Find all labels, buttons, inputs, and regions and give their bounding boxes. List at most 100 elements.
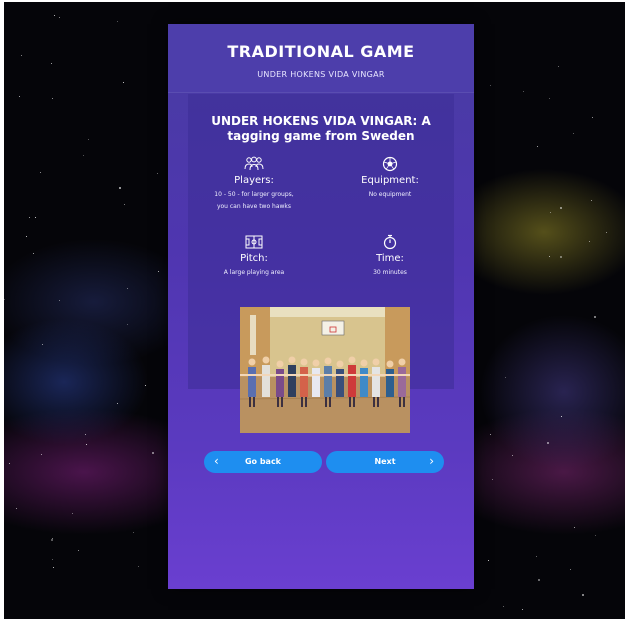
star: [550, 212, 552, 214]
star: [87, 138, 89, 140]
star: [548, 255, 550, 257]
star: [559, 256, 562, 259]
star: [574, 526, 575, 528]
players-value: 10 - 50 - for larger groups, you can hav…: [184, 189, 324, 213]
star: [489, 433, 491, 435]
next-button[interactable]: Next ›: [326, 451, 444, 473]
page-title: TRADITIONAL GAME: [227, 42, 415, 61]
star: [52, 559, 54, 561]
star: [51, 97, 53, 99]
pitch-info: Pitch: A large playing area: [184, 234, 324, 279]
star: [51, 62, 53, 64]
star: [117, 403, 119, 405]
star: [86, 443, 88, 445]
star: [123, 203, 125, 205]
star: [521, 608, 523, 610]
star: [548, 98, 550, 100]
star: [504, 376, 506, 378]
star: [157, 271, 159, 273]
game-title: UNDER HOKENS VIDA VINGAR: A tagging game…: [168, 114, 474, 144]
star: [118, 187, 121, 190]
star: [488, 560, 490, 561]
star: [39, 172, 41, 174]
star: [132, 532, 134, 534]
star: [52, 567, 54, 568]
players-label: Players:: [234, 175, 274, 186]
go-back-button[interactable]: ‹ Go back: [204, 451, 322, 473]
star: [606, 232, 608, 234]
star: [559, 206, 562, 209]
star: [59, 16, 61, 18]
star: [19, 96, 20, 98]
players-value-line2: you can have two hawks: [216, 203, 292, 210]
chevron-left-icon: ‹: [214, 454, 219, 468]
star: [546, 442, 549, 445]
star: [594, 315, 597, 318]
star: [490, 85, 492, 87]
star: [4, 299, 6, 301]
star: [137, 565, 139, 567]
pitch-value: A large playing area: [223, 269, 285, 276]
panel-header: TRADITIONAL GAME UNDER HOKENS VIDA VINGA…: [168, 24, 474, 93]
star: [581, 593, 584, 596]
star: [9, 463, 11, 465]
star: [122, 82, 124, 84]
star: [33, 253, 35, 255]
star: [538, 579, 541, 582]
time-label: Time:: [376, 253, 404, 264]
star: [72, 513, 74, 515]
star: [591, 117, 593, 119]
pitch-label: Pitch:: [240, 253, 268, 264]
star: [127, 323, 129, 325]
star: [59, 299, 61, 301]
star: [503, 606, 505, 608]
stopwatch-icon: [383, 234, 397, 250]
star: [152, 451, 155, 454]
time-info: Time: 30 minutes: [320, 234, 460, 279]
game-title-line1: UNDER HOKENS VIDA VINGAR: A: [211, 114, 431, 128]
star: [591, 200, 593, 202]
equipment-info: Equipment: No equipment: [320, 156, 460, 201]
star: [41, 454, 43, 456]
star: [116, 21, 118, 23]
gym-photo-illustration: [240, 307, 410, 433]
game-title-line2: tagging game from Sweden: [227, 129, 415, 143]
chevron-right-icon: ›: [429, 454, 434, 468]
star: [569, 569, 571, 571]
star: [41, 344, 43, 346]
star: [85, 434, 87, 436]
go-back-label: Go back: [244, 457, 282, 466]
star: [28, 217, 30, 219]
star: [522, 90, 524, 92]
star: [561, 415, 563, 417]
players-info: Players: 10 - 50 - for larger groups, yo…: [184, 156, 324, 213]
game-photo: [240, 307, 410, 433]
star: [20, 54, 22, 56]
players-icon: [244, 156, 264, 171]
equipment-label: Equipment:: [361, 175, 419, 186]
star: [77, 550, 79, 552]
next-label: Next: [374, 457, 396, 466]
star: [51, 539, 54, 542]
star: [156, 173, 158, 175]
game-panel: TRADITIONAL GAME UNDER HOKENS VIDA VINGA…: [168, 24, 474, 589]
star: [537, 145, 539, 147]
time-value: 30 minutes: [373, 269, 407, 276]
page-subtitle: UNDER HOKENS VIDA VINGAR: [257, 70, 385, 79]
star: [54, 14, 56, 16]
star: [126, 288, 128, 290]
star: [512, 455, 514, 457]
star: [589, 240, 591, 242]
space-background: TRADITIONAL GAME UNDER HOKENS VIDA VINGA…: [4, 2, 625, 619]
star: [145, 385, 147, 387]
players-value-line1: 10 - 50 - for larger groups,: [214, 191, 294, 198]
pitch-icon: [245, 235, 263, 249]
star: [536, 555, 538, 557]
ball-icon: [382, 156, 398, 172]
star: [572, 133, 574, 135]
star: [594, 535, 596, 537]
star: [83, 154, 85, 156]
star: [35, 216, 37, 218]
star: [492, 478, 494, 480]
star: [557, 65, 559, 67]
